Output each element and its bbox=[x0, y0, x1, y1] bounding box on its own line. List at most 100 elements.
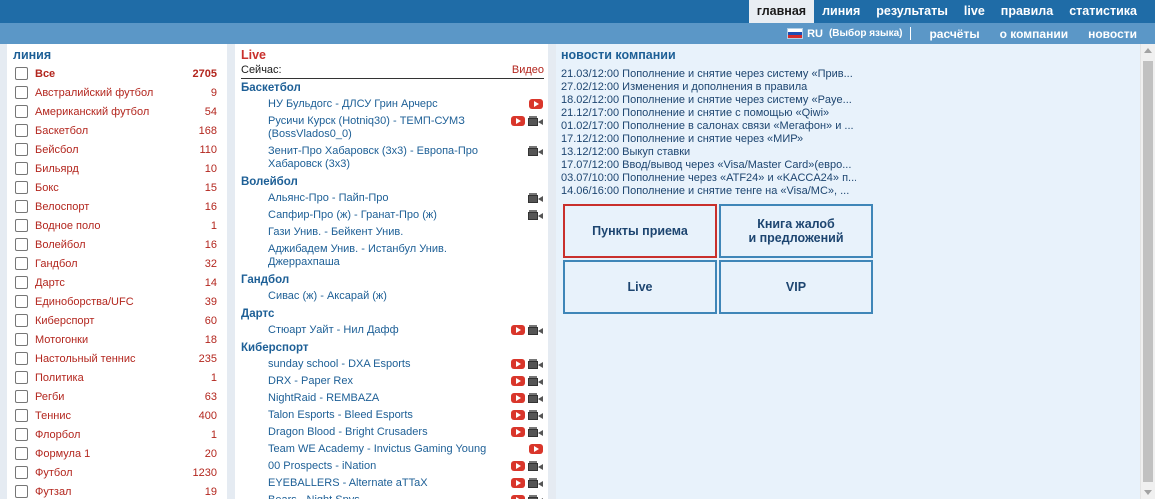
sport-row[interactable]: Баскетбол 168 bbox=[7, 121, 227, 140]
sport-row[interactable]: Киберспорт 60 bbox=[7, 311, 227, 330]
sport-name[interactable]: Футбол bbox=[35, 467, 193, 479]
live-match-row[interactable]: EYEBALLERS - Alternate aTTaX bbox=[235, 475, 548, 492]
sport-row[interactable]: Политика 1 bbox=[7, 368, 227, 387]
camera-icon[interactable] bbox=[528, 393, 543, 403]
match-link[interactable]: Стюарт Уайт - Нил Дафф bbox=[268, 322, 509, 339]
video-play-icon[interactable] bbox=[529, 99, 543, 109]
nav-line[interactable]: линия bbox=[814, 0, 868, 23]
video-play-icon[interactable] bbox=[511, 495, 525, 499]
sport-name[interactable]: Мотогонки bbox=[35, 334, 205, 346]
camera-icon[interactable] bbox=[528, 146, 543, 156]
sport-name[interactable]: Теннис bbox=[35, 410, 199, 422]
sport-checkbox[interactable] bbox=[15, 219, 28, 232]
scroll-thumb[interactable] bbox=[1143, 61, 1153, 482]
camera-icon[interactable] bbox=[528, 410, 543, 420]
camera-icon[interactable] bbox=[528, 495, 543, 499]
nav-about[interactable]: о компании bbox=[990, 27, 1078, 41]
sport-name[interactable]: Единоборства/UFC bbox=[35, 296, 205, 308]
sport-checkbox[interactable] bbox=[15, 238, 28, 251]
match-link[interactable]: НУ Бульдогс - ДЛСУ Грин Арчерс bbox=[268, 96, 509, 113]
news-item[interactable]: 21.12/17:00 Пополнение и снятие с помощь… bbox=[561, 107, 856, 120]
news-item[interactable]: 27.02/12:00 Изменения и дополнения в пра… bbox=[561, 81, 856, 94]
live-match-row[interactable]: Аджибадем Унив. - Истанбул Унив. Джеррах… bbox=[235, 241, 548, 271]
sport-checkbox[interactable] bbox=[15, 124, 28, 137]
sport-row[interactable]: Австралийский футбол 9 bbox=[7, 83, 227, 102]
match-link[interactable]: Сивас (ж) - Аксарай (ж) bbox=[268, 288, 509, 305]
nav-statistics[interactable]: статистика bbox=[1061, 0, 1145, 23]
sport-row[interactable]: Все 2705 bbox=[7, 64, 227, 83]
sport-checkbox[interactable] bbox=[15, 86, 28, 99]
nav-live[interactable]: live bbox=[956, 0, 993, 23]
sport-row[interactable]: Бейсбол 110 bbox=[7, 140, 227, 159]
sport-row[interactable]: Теннис 400 bbox=[7, 406, 227, 425]
sport-row[interactable]: Единоборства/UFC 39 bbox=[7, 292, 227, 311]
video-play-icon[interactable] bbox=[511, 325, 525, 335]
match-link[interactable]: Альянс-Про - Пайп-Про bbox=[268, 190, 509, 207]
news-item[interactable]: 21.03/12:00 Пополнение и снятие через си… bbox=[561, 68, 856, 81]
sport-row[interactable]: Мотогонки 18 bbox=[7, 330, 227, 349]
sport-checkbox[interactable] bbox=[15, 333, 28, 346]
sport-name[interactable]: Бильярд bbox=[35, 163, 205, 175]
sport-checkbox[interactable] bbox=[15, 371, 28, 384]
scroll-up-icon[interactable] bbox=[1144, 48, 1152, 53]
live-match-row[interactable]: Русичи Курск (Hotniq30) - ТЕМП-СУМЗ (Bos… bbox=[235, 113, 548, 143]
news-item[interactable]: 03.07/10:00 Пополнение через «ATF24» и «… bbox=[561, 172, 856, 185]
match-link[interactable]: Зенит-Про Хабаровск (3х3) - Европа-Про Х… bbox=[268, 143, 509, 173]
news-item[interactable]: 18.02/12:00 Пополнение и снятие через си… bbox=[561, 94, 856, 107]
sport-row[interactable]: Американский футбол 54 bbox=[7, 102, 227, 121]
sport-name[interactable]: Футзал bbox=[35, 486, 205, 498]
news-item[interactable]: 01.02/17:00 Пополнение в салонах связи «… bbox=[561, 120, 856, 133]
camera-icon[interactable] bbox=[528, 193, 543, 203]
match-link[interactable]: Team WE Academy - Invictus Gaming Young bbox=[268, 441, 509, 458]
sport-checkbox[interactable] bbox=[15, 181, 28, 194]
sport-name[interactable]: Киберспорт bbox=[35, 315, 205, 327]
sport-checkbox[interactable] bbox=[15, 485, 28, 498]
sport-row[interactable]: Регби 63 bbox=[7, 387, 227, 406]
sport-checkbox[interactable] bbox=[15, 105, 28, 118]
sport-name[interactable]: Водное поло bbox=[35, 220, 211, 232]
news-item[interactable]: 17.12/12:00 Пополнение и снятие через «М… bbox=[561, 133, 856, 146]
video-play-icon[interactable] bbox=[529, 444, 543, 454]
video-play-icon[interactable] bbox=[511, 116, 525, 126]
sport-checkbox[interactable] bbox=[15, 295, 28, 308]
sport-checkbox[interactable] bbox=[15, 428, 28, 441]
match-link[interactable]: EYEBALLERS - Alternate aTTaX bbox=[268, 475, 509, 492]
sport-row[interactable]: Велоспорт 16 bbox=[7, 197, 227, 216]
live-match-row[interactable]: Сапфир-Про (ж) - Гранат-Про (ж) bbox=[235, 207, 548, 224]
sport-row[interactable]: Дартс 14 bbox=[7, 273, 227, 292]
sport-name[interactable]: Велоспорт bbox=[35, 201, 205, 213]
sport-name[interactable]: Дартс bbox=[35, 277, 205, 289]
sport-row[interactable]: Настольный теннис 235 bbox=[7, 349, 227, 368]
video-play-icon[interactable] bbox=[511, 410, 525, 420]
match-link[interactable]: DRX - Paper Rex bbox=[268, 373, 509, 390]
vip-button[interactable]: VIP bbox=[719, 260, 873, 314]
nav-settlements[interactable]: расчёты bbox=[919, 27, 989, 41]
live-match-row[interactable]: Dragon Blood - Bright Crusaders bbox=[235, 424, 548, 441]
sport-row[interactable]: Водное поло 1 bbox=[7, 216, 227, 235]
camera-icon[interactable] bbox=[528, 427, 543, 437]
sport-checkbox[interactable] bbox=[15, 409, 28, 422]
points-button[interactable]: Пункты приема bbox=[563, 204, 717, 258]
sport-row[interactable]: Бокс 15 bbox=[7, 178, 227, 197]
sport-name[interactable]: Австралийский футбол bbox=[35, 87, 211, 99]
language-selector[interactable]: RU (Выбор языка) bbox=[787, 27, 912, 40]
video-play-icon[interactable] bbox=[511, 359, 525, 369]
sport-name[interactable]: Все bbox=[35, 68, 193, 80]
sport-name[interactable]: Баскетбол bbox=[35, 125, 199, 137]
page-scrollbar[interactable] bbox=[1140, 44, 1155, 499]
match-link[interactable]: Русичи Курск (Hotniq30) - ТЕМП-СУМЗ (Bos… bbox=[268, 113, 509, 143]
match-link[interactable]: Гази Унив. - Бейкент Унив. bbox=[268, 224, 509, 241]
live-match-row[interactable]: sunday school - DXA Esports bbox=[235, 356, 548, 373]
sport-name[interactable]: Политика bbox=[35, 372, 211, 384]
match-link[interactable]: Dragon Blood - Bright Crusaders bbox=[268, 424, 509, 441]
sport-row[interactable]: Формула 1 20 bbox=[7, 444, 227, 463]
match-link[interactable]: Bears - Night Spys bbox=[268, 492, 509, 499]
sport-name[interactable]: Формула 1 bbox=[35, 448, 205, 460]
camera-icon[interactable] bbox=[528, 116, 543, 126]
sport-row[interactable]: Бильярд 10 bbox=[7, 159, 227, 178]
sport-checkbox[interactable] bbox=[15, 352, 28, 365]
match-link[interactable]: Talon Esports - Bleed Esports bbox=[268, 407, 509, 424]
video-play-icon[interactable] bbox=[511, 427, 525, 437]
live-match-row[interactable]: Гази Унив. - Бейкент Унив. bbox=[235, 224, 548, 241]
live-match-row[interactable]: Team WE Academy - Invictus Gaming Young bbox=[235, 441, 548, 458]
